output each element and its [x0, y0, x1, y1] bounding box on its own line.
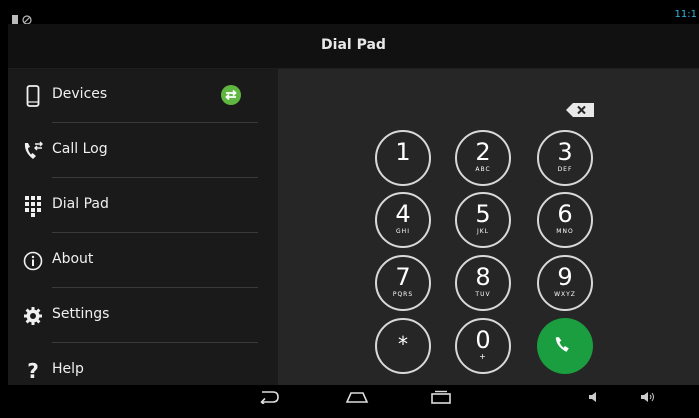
volume-up-icon[interactable] — [640, 389, 656, 405]
sidebar-item-label: Call Log — [52, 141, 108, 157]
key-digit: * — [398, 332, 408, 356]
nav-drawer: Devices Call Log Dial Pad About Settings… — [8, 69, 278, 385]
key-letters: GHI — [396, 228, 410, 235]
sidebar-item-label: Help — [52, 361, 84, 377]
key-letters: ABC — [475, 166, 491, 173]
sidebar-item-label: Devices — [52, 86, 108, 102]
page-title: Dial Pad — [321, 37, 386, 53]
divider — [52, 177, 258, 178]
key-letters: + — [479, 352, 487, 361]
info-icon — [22, 250, 44, 272]
action-bar: Dial Pad — [8, 24, 699, 69]
dial-key-4[interactable]: 4 GHI — [375, 192, 431, 248]
dial-key-5[interactable]: 5 JKL — [455, 192, 511, 248]
key-digit: 9 — [557, 263, 573, 291]
app-window: 11:1 Dial Pad Devices Call Log Dial Pad … — [8, 8, 699, 410]
key-letters: TUV — [475, 291, 491, 298]
status-bar: 11:1 — [8, 8, 699, 25]
dial-key-8[interactable]: 8 TUV — [455, 255, 511, 311]
dialpad-icon — [22, 195, 44, 217]
sidebar-item-label: About — [52, 251, 94, 267]
home-icon[interactable] — [344, 389, 370, 405]
dial-key-star[interactable]: * — [375, 318, 431, 374]
call-button[interactable] — [537, 318, 593, 374]
sidebar-item-about[interactable]: About — [8, 234, 278, 288]
key-letters: WXYZ — [554, 291, 576, 298]
sd-card-icon — [12, 15, 18, 24]
dial-key-3[interactable]: 3 DEF — [537, 130, 593, 186]
key-digit: 0 — [475, 326, 491, 354]
dial-key-7[interactable]: 7 PQRS — [375, 255, 431, 311]
phone-device-icon — [22, 85, 44, 107]
volume-down-icon[interactable] — [588, 389, 600, 405]
sidebar-item-dial-pad[interactable]: Dial Pad — [8, 179, 278, 233]
dial-key-1[interactable]: 1 — [375, 130, 431, 186]
back-icon[interactable] — [258, 389, 280, 405]
backspace-icon[interactable] — [565, 102, 595, 118]
dial-key-6[interactable]: 6 MNO — [537, 192, 593, 248]
sidebar-item-devices[interactable]: Devices — [8, 69, 278, 123]
divider — [52, 122, 258, 123]
key-digit: 4 — [395, 200, 411, 228]
dial-key-0[interactable]: 0 + — [455, 318, 511, 374]
dial-key-2[interactable]: 2 ABC — [455, 130, 511, 186]
key-digit: 5 — [475, 200, 491, 228]
system-nav-bar — [8, 385, 699, 410]
sidebar-item-label: Dial Pad — [52, 196, 109, 212]
key-digit: 6 — [557, 200, 573, 228]
divider — [52, 342, 258, 343]
key-letters: PQRS — [392, 291, 414, 298]
call-log-icon — [22, 140, 44, 162]
sidebar-item-call-log[interactable]: Call Log — [8, 124, 278, 178]
recent-apps-icon[interactable] — [430, 389, 452, 405]
key-digit: 8 — [475, 263, 491, 291]
key-digit: 2 — [475, 138, 491, 166]
key-digit: 7 — [395, 263, 411, 291]
divider — [52, 287, 258, 288]
phone-call-icon — [554, 333, 576, 359]
key-letters: DEF — [557, 166, 573, 173]
divider — [52, 232, 258, 233]
sidebar-item-label: Settings — [52, 306, 110, 322]
gear-icon — [22, 305, 44, 327]
key-digit: 3 — [557, 138, 573, 166]
question-icon: ? — [27, 359, 39, 383]
key-letters: MNO — [556, 228, 574, 235]
sidebar-item-settings[interactable]: Settings — [8, 289, 278, 343]
dialpad-area: 1 2 ABC 3 DEF 4 GHI 5 JKL 6 MNO 7 PQRS 8 — [278, 69, 699, 385]
dial-key-9[interactable]: 9 WXYZ — [537, 255, 593, 311]
key-digit: 1 — [395, 138, 411, 166]
sync-arrows-icon — [220, 84, 242, 110]
key-letters: JKL — [476, 228, 490, 235]
status-time: 11:1 — [674, 9, 697, 20]
